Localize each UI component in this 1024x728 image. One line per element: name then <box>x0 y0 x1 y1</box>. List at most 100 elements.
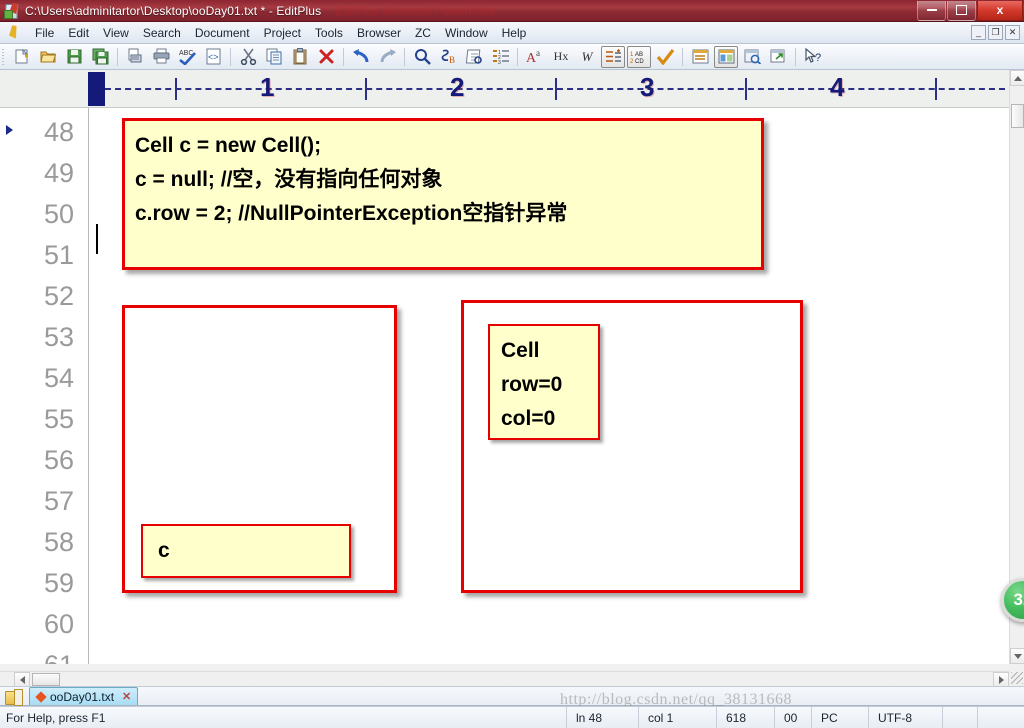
editplus-window: C:\Users\adminitartor\Desktop\ooDay01.tx… <box>0 0 1024 728</box>
undo-icon[interactable] <box>349 46 373 68</box>
line-number-52: 52 <box>43 281 74 311</box>
scroll-up-button[interactable] <box>1010 70 1024 86</box>
main-toolbar: ABC <> B 1 2 3 A a Hx W 1 AB 2 CD ? <box>0 44 1024 70</box>
menu-bar: File Edit View Search Document Project T… <box>0 22 1024 44</box>
copy-icon[interactable] <box>262 46 286 68</box>
view-source-icon[interactable]: <> <box>201 46 225 68</box>
hex-icon[interactable]: Hx <box>549 46 573 68</box>
save-all-icon[interactable] <box>88 46 112 68</box>
new-file-icon[interactable] <box>10 46 34 68</box>
svg-text:<>: <> <box>208 52 219 62</box>
mdi-window-controls: _ ❐ ✕ <box>971 25 1024 40</box>
line-number-51: 51 <box>43 240 74 270</box>
mdi-restore-button[interactable]: ❐ <box>988 25 1003 40</box>
tab-ooday01[interactable]: ooDay01.txt ✕ <box>29 687 139 705</box>
word-icon[interactable]: W <box>575 46 599 68</box>
window-controls: x <box>916 0 1024 21</box>
menu-item-tools[interactable]: Tools <box>308 24 350 42</box>
status-char-code: 00 <box>774 706 811 728</box>
external-window-icon[interactable] <box>766 46 790 68</box>
menu-item-zc[interactable]: ZC <box>408 24 438 42</box>
menu-item-help[interactable]: Help <box>495 24 534 42</box>
code-line-3: c.row = 2; //NullPointerException空指针异常 <box>135 202 568 225</box>
find-icon[interactable] <box>410 46 434 68</box>
minimize-button[interactable] <box>917 0 946 21</box>
line-number-54: 54 <box>43 363 74 393</box>
scroll-left-button[interactable] <box>14 672 30 687</box>
menu-item-edit[interactable]: Edit <box>61 24 96 42</box>
toolbar-separator <box>404 47 405 66</box>
svg-text:CD: CD <box>635 59 644 64</box>
mdi-minimize-button[interactable]: _ <box>971 25 986 40</box>
horizontal-scrollbar[interactable] <box>0 671 1009 687</box>
line-number-48: 48 <box>43 117 74 147</box>
stack-memory-box: c <box>122 305 397 593</box>
menu-item-document[interactable]: Document <box>188 24 257 42</box>
line-number-53: 53 <box>43 322 74 352</box>
status-encoding: UTF-8 <box>868 706 942 728</box>
menu-item-window[interactable]: Window <box>438 24 495 42</box>
horizontal-scroll-thumb[interactable] <box>32 673 60 686</box>
cell-object-line-1: Cell <box>501 339 540 362</box>
open-file-icon[interactable] <box>36 46 60 68</box>
horizontal-ruler[interactable]: 1 2 3 4 <box>0 70 1009 108</box>
heap-memory-box: Cell row=0 col=0 <box>461 300 803 593</box>
context-help-icon[interactable]: ? <box>801 46 825 68</box>
mdi-close-button[interactable]: ✕ <box>1005 25 1020 40</box>
line-number-60: 60 <box>43 609 74 639</box>
vertical-scroll-thumb[interactable] <box>1011 104 1024 128</box>
abcd-icon[interactable]: 1 AB 2 CD <box>627 45 651 68</box>
document-list-icon[interactable] <box>688 46 712 68</box>
scroll-right-button[interactable] <box>993 672 1009 687</box>
menu-item-browser[interactable]: Browser <box>350 24 408 42</box>
status-bar: For Help, press F1 ln 48 col 1 618 00 PC… <box>0 706 1024 728</box>
resize-grip[interactable] <box>1011 672 1023 684</box>
window-title: C:\Users\adminitartor\Desktop\ooDay01.tx… <box>25 3 322 18</box>
paste-icon[interactable] <box>288 46 312 68</box>
ruler-tick <box>745 78 747 100</box>
scroll-down-button[interactable] <box>1010 648 1024 664</box>
close-button[interactable]: x <box>977 0 1023 21</box>
toolbar-separator <box>230 47 231 66</box>
tab-close-icon[interactable]: ✕ <box>122 690 131 703</box>
redo-icon[interactable] <box>375 46 399 68</box>
print-icon[interactable] <box>149 46 173 68</box>
save-icon[interactable] <box>62 46 86 68</box>
goto-icon[interactable] <box>462 46 486 68</box>
variable-c-label: c <box>158 539 170 562</box>
menu-item-project[interactable]: Project <box>257 24 308 42</box>
tab-label: ooDay01.txt <box>50 689 115 704</box>
status-line: ln 48 <box>566 706 638 728</box>
menu-item-file[interactable]: File <box>28 24 61 42</box>
font-icon[interactable]: Aa <box>523 46 547 68</box>
check-icon[interactable] <box>653 46 677 68</box>
line-number-57: 57 <box>43 486 74 516</box>
ruler-number-2: 2 <box>450 72 465 102</box>
line-numbers-icon[interactable]: 123 <box>488 46 512 68</box>
code-line-2: c = null; //空，没有指向任何对象 <box>135 168 443 191</box>
folder-icon[interactable] <box>5 688 23 706</box>
ruler-number-1: 1 <box>260 72 275 102</box>
toolbar-separator <box>117 47 118 66</box>
indent-icon[interactable] <box>601 45 625 68</box>
cut-icon[interactable] <box>236 46 260 68</box>
toolbar-grip[interactable] <box>1 46 7 67</box>
ruler-tick <box>365 78 367 100</box>
spellcheck-icon[interactable]: ABC <box>175 46 199 68</box>
preview-browser-icon[interactable] <box>740 46 764 68</box>
layout-icon[interactable] <box>714 45 738 68</box>
maximize-restore-button[interactable] <box>947 0 976 21</box>
vertical-scrollbar[interactable] <box>1009 70 1024 664</box>
ruler-tick <box>935 78 937 100</box>
menu-item-search[interactable]: Search <box>136 24 188 42</box>
delete-icon[interactable] <box>314 46 338 68</box>
title-watermark: EditPlus Microsoft PowerPoint <box>335 3 496 18</box>
line-number-49: 49 <box>43 158 74 188</box>
replace-icon[interactable]: B <box>436 46 460 68</box>
svg-text:?: ? <box>815 52 821 64</box>
svg-text:3: 3 <box>498 60 501 65</box>
print-preview-icon[interactable] <box>123 46 147 68</box>
svg-text:1: 1 <box>630 52 634 58</box>
pencil-icon <box>6 25 22 41</box>
menu-item-view[interactable]: View <box>96 24 136 42</box>
